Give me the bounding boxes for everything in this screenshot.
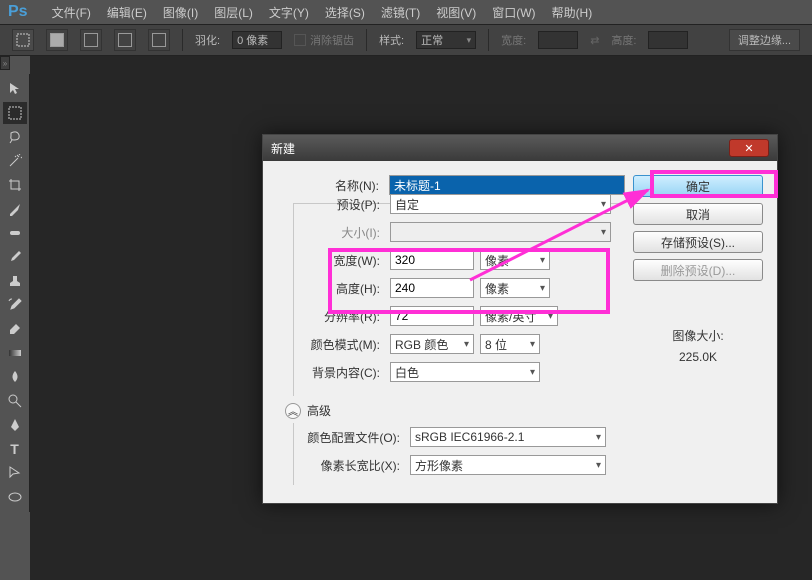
wand-tool-icon[interactable] [3, 150, 27, 172]
separator [182, 29, 183, 51]
bg-label: 背景内容(C): [294, 364, 384, 381]
menu-window[interactable]: 窗口(W) [492, 4, 535, 21]
aspect-dropdown[interactable]: 方形像素 [410, 455, 606, 475]
menu-help[interactable]: 帮助(H) [552, 4, 593, 21]
refine-edge-button[interactable]: 调整边缘... [729, 29, 800, 51]
eyedropper-tool-icon[interactable] [3, 198, 27, 220]
size-dropdown [390, 222, 611, 242]
profile-dropdown[interactable]: sRGB IEC61966-2.1 [410, 427, 606, 447]
feather-input[interactable]: 0 像素 [232, 31, 282, 49]
selection-subtract-icon[interactable] [114, 29, 136, 51]
marquee-tool-icon[interactable] [3, 102, 27, 124]
blur-tool-icon[interactable] [3, 366, 27, 388]
height-input [648, 31, 688, 49]
color-mode-label: 颜色模式(M): [294, 336, 384, 353]
height-field[interactable] [390, 278, 474, 298]
resolution-unit-dropdown[interactable]: 像素/英寸 [480, 306, 558, 326]
app-logo: Ps [8, 3, 28, 21]
advanced-label: 高级 [307, 402, 331, 419]
stamp-tool-icon[interactable] [3, 270, 27, 292]
new-document-dialog: 新建 ✕ 名称(N): 预设(P): 自定 大小(I): 宽度(W): [262, 134, 778, 504]
swap-icon: ⇄ [590, 34, 599, 47]
dialog-title: 新建 [271, 140, 295, 157]
advanced-toggle[interactable]: ︽ 高级 [285, 402, 625, 419]
image-size-label: 图像大小: [633, 327, 763, 344]
shape-tool-icon[interactable] [3, 486, 27, 508]
color-depth-dropdown[interactable]: 8 位 [480, 334, 540, 354]
style-dropdown[interactable]: 正常 [416, 31, 476, 49]
profile-label: 颜色配置文件(O): [294, 429, 404, 446]
name-label: 名称(N): [277, 177, 383, 194]
close-icon[interactable]: ✕ [729, 139, 769, 157]
width-label: 宽度: [501, 32, 526, 48]
width-unit-dropdown[interactable]: 像素 [480, 250, 550, 270]
expand-strip-icon[interactable]: » [0, 56, 10, 70]
cancel-button[interactable]: 取消 [633, 203, 763, 225]
save-preset-button[interactable]: 存储预设(S)... [633, 231, 763, 253]
feather-label: 羽化: [195, 32, 220, 48]
selection-intersect-icon[interactable] [148, 29, 170, 51]
pen-tool-icon[interactable] [3, 414, 27, 436]
menu-filter[interactable]: 滤镜(T) [381, 4, 420, 21]
width-field-label: 宽度(W): [294, 252, 384, 269]
healing-tool-icon[interactable] [3, 222, 27, 244]
width-input [538, 31, 578, 49]
dodge-tool-icon[interactable] [3, 390, 27, 412]
ok-button[interactable]: 确定 [633, 175, 763, 197]
preset-label: 预设(P): [294, 196, 384, 213]
preset-dropdown[interactable]: 自定 [390, 194, 611, 214]
menu-image[interactable]: 图像(I) [163, 4, 198, 21]
separator [366, 29, 367, 51]
menu-type[interactable]: 文字(Y) [269, 4, 309, 21]
selection-new-icon[interactable] [46, 29, 68, 51]
lasso-tool-icon[interactable] [3, 126, 27, 148]
height-label: 高度: [611, 32, 636, 48]
brush-tool-icon[interactable] [3, 246, 27, 268]
menu-bar: Ps 文件(F) 编辑(E) 图像(I) 图层(L) 文字(Y) 选择(S) 滤… [0, 0, 812, 24]
resolution-field[interactable] [390, 306, 474, 326]
history-brush-icon[interactable] [3, 294, 27, 316]
name-input[interactable] [389, 175, 625, 195]
size-label: 大小(I): [294, 224, 384, 241]
bg-dropdown[interactable]: 白色 [390, 362, 540, 382]
active-tool-icon[interactable] [12, 29, 34, 51]
style-label: 样式: [379, 32, 404, 48]
path-select-icon[interactable] [3, 462, 27, 484]
height-unit-dropdown[interactable]: 像素 [480, 278, 550, 298]
antialias-checkbox: 消除锯齿 [294, 32, 354, 48]
aspect-label: 像素长宽比(X): [294, 457, 404, 474]
eraser-tool-icon[interactable] [3, 318, 27, 340]
type-tool-icon[interactable]: T [3, 438, 27, 460]
options-bar: 羽化: 0 像素 消除锯齿 样式: 正常 宽度: ⇄ 高度: 调整边缘... [0, 24, 812, 56]
menu-layer[interactable]: 图层(L) [214, 4, 253, 21]
move-tool-icon[interactable] [3, 78, 27, 100]
image-size-value: 225.0K [633, 350, 763, 364]
crop-tool-icon[interactable] [3, 174, 27, 196]
menu-file[interactable]: 文件(F) [52, 4, 91, 21]
color-mode-dropdown[interactable]: RGB 颜色 [390, 334, 474, 354]
menu-select[interactable]: 选择(S) [325, 4, 365, 21]
menu-edit[interactable]: 编辑(E) [107, 4, 147, 21]
width-field[interactable] [390, 250, 474, 270]
height-field-label: 高度(H): [294, 280, 384, 297]
resolution-label: 分辨率(R): [294, 308, 384, 325]
separator [488, 29, 489, 51]
gradient-tool-icon[interactable] [3, 342, 27, 364]
selection-add-icon[interactable] [80, 29, 102, 51]
toolbox: T [0, 74, 30, 512]
chevron-up-icon: ︽ [285, 403, 301, 419]
dialog-titlebar[interactable]: 新建 ✕ [263, 135, 777, 161]
menu-view[interactable]: 视图(V) [436, 4, 476, 21]
delete-preset-button: 删除预设(D)... [633, 259, 763, 281]
